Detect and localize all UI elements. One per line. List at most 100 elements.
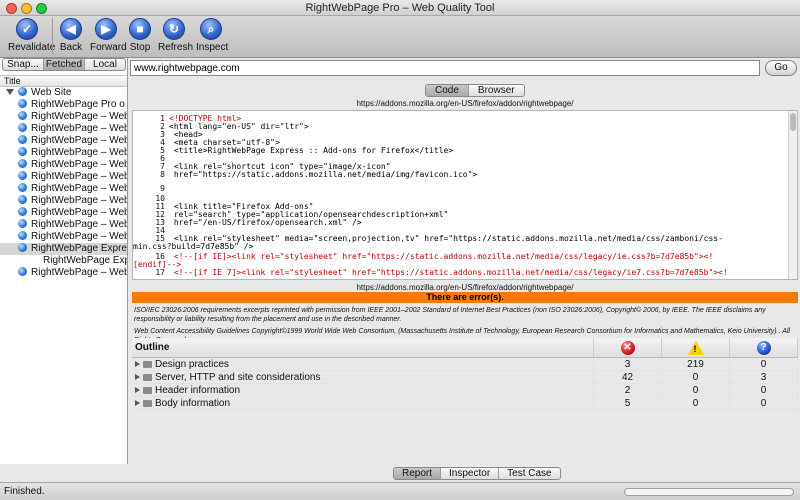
- code-line: 13 href="/en-US/firefox/opensearch.xml" …: [133, 219, 789, 227]
- tree-item-label: RightWebPage – Web: [31, 195, 127, 206]
- tree-item[interactable]: RightWebPage – Web: [0, 135, 127, 147]
- minimize-window-button[interactable]: [21, 3, 32, 14]
- tree-root-label: Web Site: [31, 87, 72, 98]
- tree-item[interactable]: RightWebPage – Web: [0, 231, 127, 243]
- question-count: 0: [730, 358, 798, 370]
- error-count: 5: [594, 397, 662, 409]
- tree-item[interactable]: RightWebPage – Web: [0, 159, 127, 171]
- checkmark-icon: ✓: [16, 18, 38, 40]
- tree-item-label: RightWebPage – Web: [31, 207, 127, 218]
- outline-row-label: Design practices: [155, 359, 229, 370]
- error-icon: ✕: [620, 340, 635, 355]
- globe-icon: [18, 231, 27, 240]
- question-count: 0: [730, 384, 798, 396]
- tree-item[interactable]: RightWebPage – Web: [0, 111, 127, 123]
- close-window-button[interactable]: [6, 3, 17, 14]
- code-scrollbar-thumb[interactable]: [790, 113, 796, 131]
- tree-item[interactable]: RightWebPage – Web: [0, 219, 127, 231]
- tree-item[interactable]: RightWebPage Exp: [0, 255, 127, 267]
- back-button[interactable]: ◀ Back: [58, 18, 84, 53]
- warning-count: 219: [662, 358, 730, 370]
- globe-icon: [18, 159, 27, 168]
- go-button[interactable]: Go: [765, 60, 797, 76]
- tab-test-case[interactable]: Test Case: [499, 468, 559, 479]
- revalidate-button[interactable]: ✓ Revalidate: [8, 18, 55, 53]
- tab-browser[interactable]: Browser: [469, 85, 524, 96]
- tab-inspector[interactable]: Inspector: [441, 468, 500, 479]
- outline-row[interactable]: Body information 5 0 0: [132, 397, 798, 410]
- globe-icon: [18, 171, 27, 180]
- questions-column-header[interactable]: ?: [730, 338, 798, 357]
- source-code-view[interactable]: 1 <!DOCTYPE html> 2 <html lang="en-US" dir…: [132, 110, 798, 280]
- globe-icon: [18, 219, 27, 228]
- errors-column-header[interactable]: ✕: [594, 338, 662, 357]
- tree-item-selected[interactable]: RightWebPage Expre: [0, 243, 127, 255]
- tree-item[interactable]: RightWebPage – Web: [0, 147, 127, 159]
- refresh-button[interactable]: ↻ Refresh: [158, 18, 193, 53]
- globe-icon: [18, 99, 27, 108]
- globe-icon: [18, 207, 27, 216]
- outline-header[interactable]: Outline: [132, 338, 594, 357]
- warning-count: 0: [662, 371, 730, 383]
- tree-item[interactable]: RightWebPage – Web: [0, 267, 127, 279]
- address-bar: [130, 60, 760, 76]
- tree-item-label: RightWebPage – Web: [31, 183, 127, 194]
- tree-item[interactable]: RightWebPage – Web: [0, 183, 127, 195]
- warning-icon: !: [687, 340, 704, 355]
- sidebar-column-title[interactable]: Title: [0, 75, 127, 87]
- tree-item-label: RightWebPage – Web: [31, 231, 127, 242]
- inspect-button[interactable]: ⌕ Inspect: [196, 18, 228, 53]
- disclosure-triangle-icon[interactable]: [135, 374, 140, 380]
- segment-fetched[interactable]: Fetched: [44, 59, 85, 70]
- disclosure-triangle-icon[interactable]: [135, 361, 140, 367]
- tree-item[interactable]: RightWebPage – Web: [0, 207, 127, 219]
- globe-icon: [18, 123, 27, 132]
- code-scrollbar[interactable]: [788, 111, 797, 279]
- window-titlebar: RightWebPage Pro – Web Quality Tool: [0, 0, 800, 16]
- outline-header-row: Outline ✕ ! ?: [132, 338, 798, 358]
- globe-icon: [18, 111, 27, 120]
- tree-item[interactable]: RightWebPage – Web: [0, 171, 127, 183]
- tree-item-label: RightWebPage – Web: [31, 159, 127, 170]
- tab-report[interactable]: Report: [394, 468, 442, 479]
- globe-icon: [18, 135, 27, 144]
- warnings-column-header[interactable]: !: [662, 338, 730, 357]
- tree-item[interactable]: RightWebPage Pro o: [0, 99, 127, 111]
- disclosure-triangle-icon[interactable]: [6, 89, 14, 95]
- stop-button[interactable]: ■ Stop: [128, 18, 152, 53]
- outline-row-label: Header information: [155, 385, 241, 396]
- url-input[interactable]: [131, 61, 759, 75]
- forward-button[interactable]: ▶ Forward: [90, 18, 127, 53]
- report-outline-table: Outline ✕ ! ? Design practices 3 219 0 S…: [132, 338, 798, 410]
- bottom-tabs: Report Inspector Test Case: [393, 467, 561, 480]
- code-line: 5 <title>RightWebPage Express :: Add-ons…: [133, 147, 789, 155]
- segment-local[interactable]: Local: [85, 59, 125, 70]
- tree-item[interactable]: RightWebPage – Web: [0, 195, 127, 207]
- code-page-url-caption: https://addons.mozilla.org/en-US/firefox…: [356, 99, 574, 108]
- outline-row[interactable]: Header information 2 0 0: [132, 384, 798, 397]
- line-text: min.css?build=7d7e85b" />: [133, 242, 254, 251]
- line-text: <!--[if IE 7]><link rel="stylesheet" hre…: [169, 268, 728, 277]
- outline-row-label: Body information: [155, 398, 231, 409]
- magnifier-icon: ⌕: [200, 18, 222, 40]
- disclosure-triangle-icon[interactable]: [135, 387, 140, 393]
- tree-root[interactable]: Web Site: [0, 87, 127, 99]
- tab-code[interactable]: Code: [426, 85, 469, 96]
- outline-row[interactable]: Server, HTTP and site considerations 42 …: [132, 371, 798, 384]
- code-line: 17 <!--[if IE 7]><link rel="stylesheet" …: [133, 269, 789, 277]
- tree-item-label: RightWebPage – Web: [31, 267, 127, 278]
- stop-label: Stop: [129, 42, 151, 53]
- refresh-icon: ↻: [163, 18, 185, 40]
- tree-item-label: RightWebPage – Web: [31, 123, 127, 134]
- error-count: 3: [594, 358, 662, 370]
- code-line: 16 <!--[if IE]><link rel="stylesheet" hr…: [133, 253, 789, 261]
- segment-snapshots[interactable]: Snap...: [3, 59, 44, 70]
- question-count: 0: [730, 397, 798, 409]
- disclosure-triangle-icon[interactable]: [135, 400, 140, 406]
- tree-item[interactable]: RightWebPage – Web: [0, 123, 127, 135]
- sidebar-segmented-control: Snap... Fetched Local: [2, 58, 126, 71]
- outline-row[interactable]: Design practices 3 219 0: [132, 358, 798, 371]
- tree-item-label: RightWebPage – Web: [31, 111, 127, 122]
- globe-icon: [18, 267, 27, 276]
- zoom-window-button[interactable]: [36, 3, 47, 14]
